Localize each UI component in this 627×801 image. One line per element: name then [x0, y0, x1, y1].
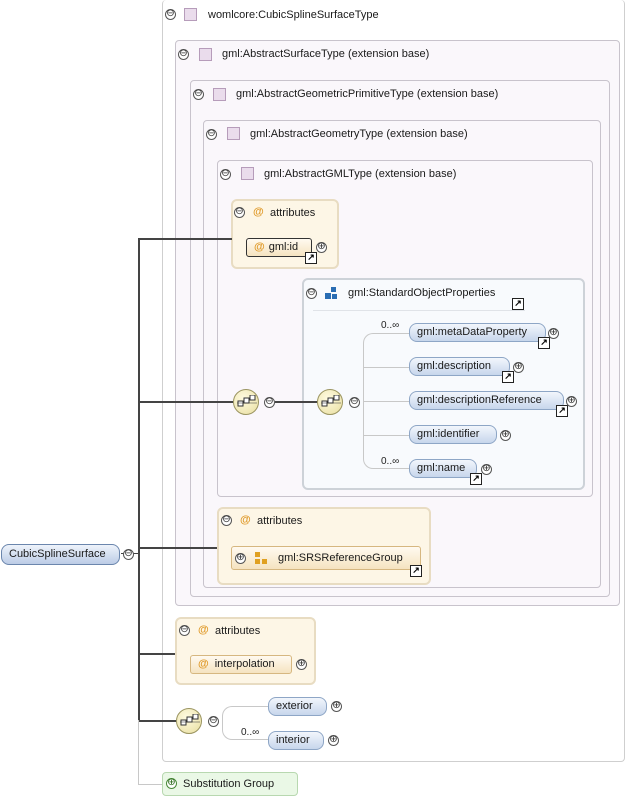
collapse-icon[interactable]: ⊖: [179, 625, 190, 636]
occurrence-label: 0..∞: [381, 320, 400, 331]
connector-line: [138, 238, 140, 722]
collapse-icon[interactable]: ⊖: [221, 515, 232, 526]
element-label: interior: [276, 734, 310, 746]
abstract-geometric-primitive-type-title: gml:AbstractGeometricPrimitiveType (exte…: [236, 88, 499, 100]
title-underline: [313, 310, 525, 311]
element-label: gml:descriptionReference: [417, 394, 542, 406]
element-identifier[interactable]: gml:identifier: [409, 425, 497, 444]
collapse-icon[interactable]: ⊖: [234, 207, 245, 218]
gml-id-attribute[interactable]: @ gml:id: [246, 238, 312, 257]
substitution-group-label: Substitution Group: [183, 778, 275, 790]
expand-icon[interactable]: ⊕: [513, 362, 524, 373]
reference-icon[interactable]: ↗: [305, 252, 317, 264]
connector-line: [138, 720, 176, 722]
expand-icon[interactable]: ⊕: [316, 242, 327, 253]
element-exterior[interactable]: exterior: [268, 697, 327, 716]
attribute-icon: @: [253, 206, 264, 218]
attribute-icon: @: [240, 514, 251, 526]
abstract-surface-type-title: gml:AbstractSurfaceType (extension base): [222, 48, 430, 60]
collapse-icon[interactable]: ⊖: [349, 397, 360, 408]
substitution-connector: [138, 784, 163, 785]
expand-icon[interactable]: ⊕: [481, 464, 492, 475]
connector-line: [275, 401, 317, 403]
element-label: gml:identifier: [417, 428, 480, 440]
connector-line: [138, 401, 233, 403]
attributes-label: attributes: [215, 625, 261, 637]
collapse-icon[interactable]: ⊖: [264, 397, 275, 408]
expand-icon[interactable]: ⊕: [296, 659, 307, 670]
abstract-gml-type-title: gml:AbstractGMLType (extension base): [264, 168, 457, 180]
sequence-compositor-icon[interactable]: [317, 389, 343, 415]
expand-icon[interactable]: ⊕: [500, 430, 511, 441]
collapse-icon[interactable]: ⊖: [178, 49, 189, 60]
expand-icon[interactable]: ⊕: [166, 778, 177, 789]
interpolation-attribute[interactable]: @ interpolation: [190, 655, 292, 674]
occurrence-label: 0..∞: [241, 727, 260, 738]
attribute-icon: @: [254, 241, 265, 253]
standard-object-properties-title: gml:StandardObjectProperties: [348, 287, 496, 299]
root-element-label: CubicSplineSurface: [9, 548, 106, 560]
complex-type-icon: [227, 127, 240, 140]
abstract-geometry-type-title: gml:AbstractGeometryType (extension base…: [250, 128, 468, 140]
reference-icon[interactable]: ↗: [410, 565, 422, 577]
element-label: gml:name: [417, 462, 466, 474]
branch-line: [363, 401, 409, 402]
collapse-icon[interactable]: ⊖: [208, 716, 219, 727]
collapse-icon[interactable]: ⊖: [193, 89, 204, 100]
attribute-icon: @: [198, 658, 209, 670]
collapse-icon[interactable]: ⊖: [165, 9, 176, 20]
root-element-cubic-spline-surface[interactable]: CubicSplineSurface: [1, 544, 120, 565]
attributes-label: attributes: [270, 207, 316, 219]
branch-line: [363, 435, 409, 436]
sequence-compositor-icon[interactable]: [233, 389, 259, 415]
element-label: gml:description: [417, 360, 491, 372]
womlcore-type-title: womlcore:CubicSplineSurfaceType: [208, 9, 379, 21]
element-description-reference[interactable]: gml:descriptionReference: [409, 391, 564, 410]
collapse-icon[interactable]: ⊖: [206, 129, 217, 140]
reference-icon[interactable]: ↗: [502, 371, 514, 383]
element-description[interactable]: gml:description: [409, 357, 510, 376]
collapse-icon[interactable]: ⊖: [220, 169, 231, 180]
collapse-icon[interactable]: ⊖: [123, 549, 134, 560]
collapse-icon[interactable]: ⊖: [306, 288, 317, 299]
complex-type-icon: [241, 167, 254, 180]
connector-line: [138, 653, 176, 655]
sequence-compositor-icon[interactable]: [176, 708, 202, 734]
gml-id-label: gml:id: [268, 241, 299, 253]
substitution-connector: [138, 720, 139, 784]
occurrence-label: 0..∞: [381, 456, 400, 467]
reference-icon[interactable]: ↗: [470, 473, 482, 485]
element-label: exterior: [276, 700, 313, 712]
reference-icon[interactable]: ↗: [512, 298, 524, 310]
element-label: gml:metaDataProperty: [417, 326, 528, 338]
attribute-icon: @: [198, 624, 209, 636]
connector-line: [138, 238, 232, 240]
element-meta-data-property[interactable]: gml:metaDataProperty: [409, 323, 546, 342]
element-name[interactable]: gml:name: [409, 459, 477, 478]
expand-icon[interactable]: ⊕: [235, 553, 246, 564]
complex-type-icon: [199, 48, 212, 61]
complex-type-icon: [213, 88, 226, 101]
attribute-group-icon: [255, 552, 269, 566]
interpolation-label: interpolation: [214, 658, 275, 670]
branch-line: [363, 367, 409, 368]
reference-icon[interactable]: ↗: [556, 405, 568, 417]
complex-type-icon: [184, 8, 197, 21]
srs-reference-group-label: gml:SRSReferenceGroup: [278, 552, 403, 564]
expand-icon[interactable]: ⊕: [566, 396, 577, 407]
expand-icon[interactable]: ⊕: [328, 735, 339, 746]
reference-icon[interactable]: ↗: [538, 337, 550, 349]
expand-icon[interactable]: ⊕: [548, 328, 559, 339]
expand-icon[interactable]: ⊕: [331, 701, 342, 712]
group-icon: [325, 287, 339, 301]
attributes-label: attributes: [257, 515, 303, 527]
element-interior[interactable]: interior: [268, 731, 324, 750]
